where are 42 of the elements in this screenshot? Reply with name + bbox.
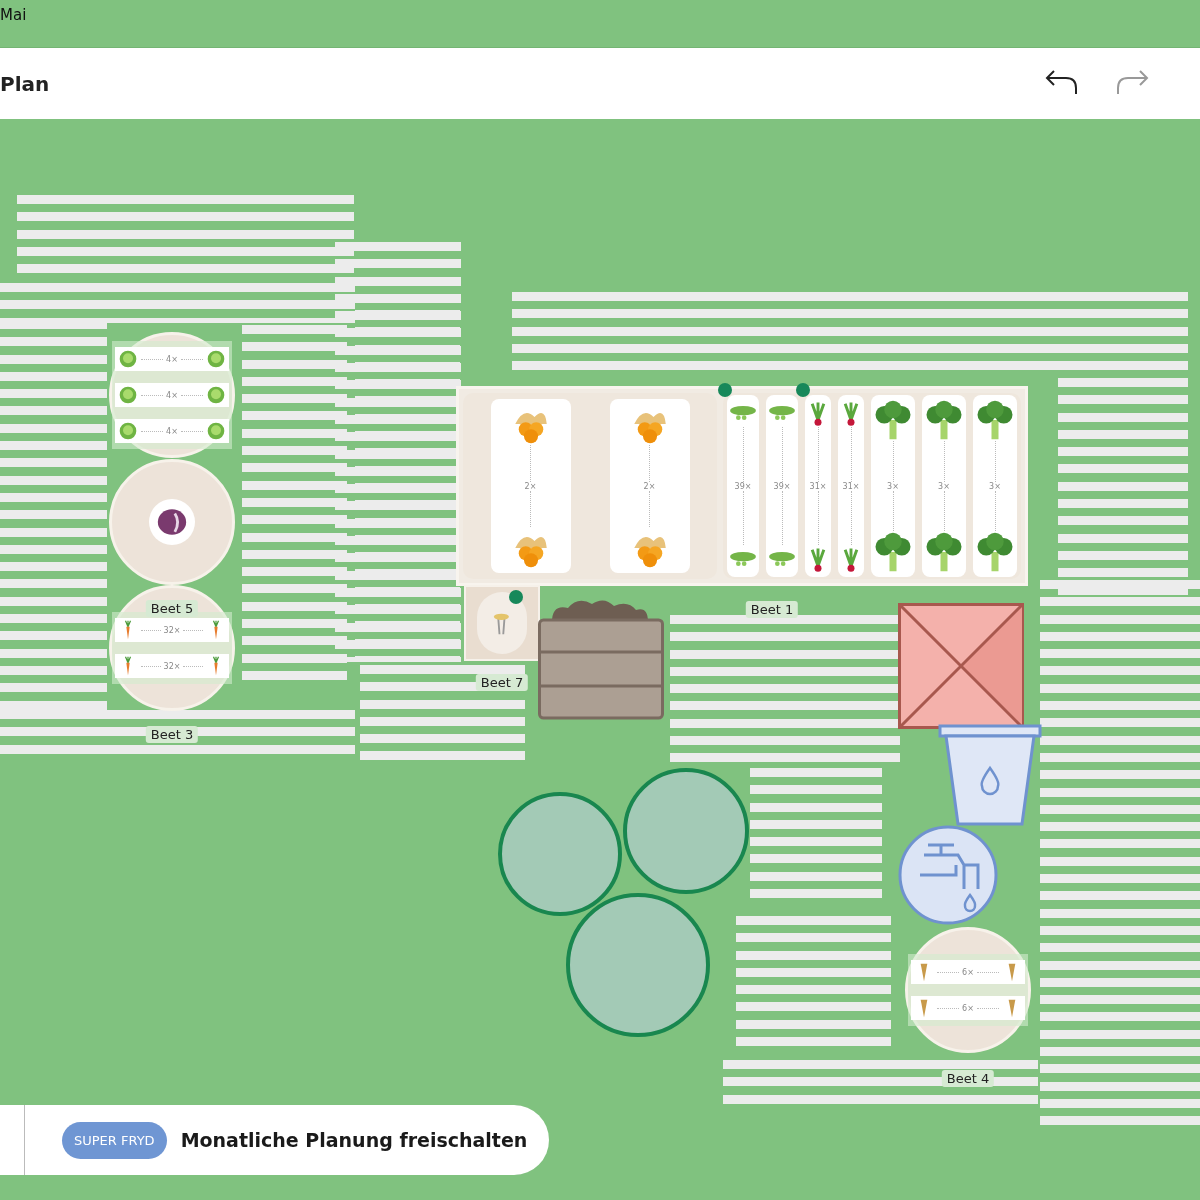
undo-icon xyxy=(1044,68,1080,96)
banner-text: Monatliche Planung freischalten xyxy=(180,1129,528,1151)
plant-count: 31× xyxy=(842,481,860,491)
plant-count: 4× xyxy=(166,354,178,364)
water-tap-drawing[interactable] xyxy=(898,825,998,925)
plant-count: 6× xyxy=(962,967,974,977)
plant-count: 6× xyxy=(962,1003,974,1013)
rectangular-bed[interactable]: 2× 2× 39× 39× 31× 31× 3× 3× 3× xyxy=(456,386,1028,586)
tree-canopy[interactable] xyxy=(623,768,749,894)
bed-label: Beet 5 xyxy=(145,600,199,617)
bed-label: Beet 1 xyxy=(745,601,799,618)
square-bed[interactable] xyxy=(464,585,540,661)
upgrade-banner[interactable]: SUPER FRYD Monatliche Planung freischalten xyxy=(0,1105,550,1175)
plant-count: 2× xyxy=(524,481,537,491)
lettuce-icon xyxy=(118,421,138,441)
lettuce-icon xyxy=(206,385,226,405)
plant-count: 3× xyxy=(887,481,899,491)
lettuce-icon xyxy=(206,349,226,369)
premium-badge: SUPER FRYD xyxy=(62,1121,167,1159)
round-bed[interactable]: 4× 4× 4× xyxy=(109,332,235,458)
lettuce-icon xyxy=(206,421,226,441)
redo-icon xyxy=(1114,68,1150,96)
lettuce-icon xyxy=(118,385,138,405)
shed-drawing[interactable] xyxy=(898,603,1024,729)
plant-count: 39× xyxy=(773,481,791,491)
plant-count: 31× xyxy=(809,481,827,491)
bed-label: Beet 7 xyxy=(475,674,529,691)
plan-title: Plan xyxy=(0,71,50,96)
bed-label: Beet 3 xyxy=(145,726,199,743)
plant-count: 39× xyxy=(734,481,752,491)
month-label: Mai xyxy=(0,6,27,24)
plant-count: 3× xyxy=(989,481,1001,491)
plant-count: 4× xyxy=(166,390,178,400)
plant-count: 32× xyxy=(163,661,181,671)
plant-count: 2× xyxy=(643,481,656,491)
round-bed[interactable]: 6× 6× xyxy=(905,927,1031,1053)
bed-label: Beet 4 xyxy=(941,1070,995,1087)
plant-count: 32× xyxy=(163,625,181,635)
lettuce-icon xyxy=(118,349,138,369)
plant-count: 4× xyxy=(166,426,178,436)
plant-count: 3× xyxy=(938,481,950,491)
rain-barrel-drawing[interactable] xyxy=(938,724,1042,828)
